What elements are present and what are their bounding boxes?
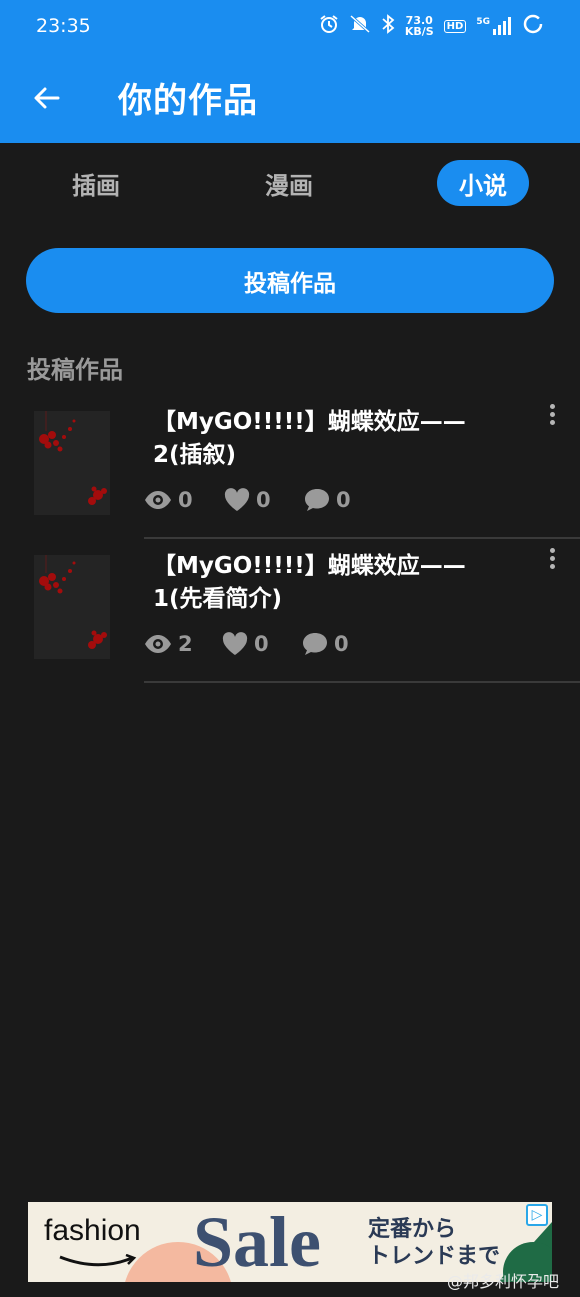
work-stats: 2 0 0 [144,632,544,664]
work-title[interactable]: 【MyGO!!!!!】蝴蝶效应——1(先看简介) [153,550,513,616]
views-stat: 2 [144,632,193,656]
bluetooth-icon [381,14,395,38]
work-cover-image [34,411,110,515]
work-cover-image [34,555,110,659]
mute-icon [349,14,371,38]
work-item[interactable]: 【MyGO!!!!!】蝴蝶效应——2(插叙) 0 0 0 [0,396,580,539]
hd-badge: HD [443,19,467,33]
comments-stat: 0 [302,632,349,656]
heart-icon [224,488,250,511]
views-count: 2 [178,632,193,656]
net-speed: 73.0 KB/S [404,14,434,38]
likes-count: 0 [256,488,271,512]
likes-stat: 0 [224,488,271,512]
likes-count: 0 [254,632,269,656]
more-options-button[interactable] [540,404,564,432]
comment-icon [303,633,327,655]
tab-novel[interactable]: 小说 [437,160,529,206]
status-time: 23:35 [36,15,91,37]
divider [144,681,580,683]
status-icons: 73.0 KB/S HD 5G [319,13,544,39]
more-options-button[interactable] [540,548,564,576]
views-stat: 0 [144,488,193,512]
comments-stat: 0 [304,488,351,512]
views-count: 0 [178,488,193,512]
divider [144,537,580,539]
alarm-icon [319,14,339,38]
ad-headline: Sale [193,1202,322,1282]
work-stats: 0 0 0 [144,488,544,520]
likes-stat: 0 [222,632,269,656]
ad-brand: fashion [44,1214,141,1247]
heart-icon [222,632,248,655]
tab-manga[interactable]: 漫画 [243,160,335,206]
ad-info-icon[interactable]: ▷ [526,1204,548,1226]
back-button[interactable] [0,52,92,143]
watermark: @邦多利怀孕吧 [447,1272,560,1291]
comments-count: 0 [334,632,349,656]
comment-icon [305,489,329,511]
work-item[interactable]: 【MyGO!!!!!】蝴蝶效应——1(先看简介) 2 0 0 [0,540,580,683]
ad-tagline: 定番から トレンドまで [368,1217,501,1269]
status-bar: 23:35 73.0 KB/S HD 5G [0,0,580,52]
eye-icon [145,635,171,653]
comments-count: 0 [336,488,351,512]
app-bar: 你的作品 [0,52,580,143]
submit-work-button[interactable]: 投稿作品 [26,248,554,313]
page-title: 你的作品 [118,81,258,121]
battery-icon [522,13,544,39]
eye-icon [145,491,171,509]
work-title[interactable]: 【MyGO!!!!!】蝴蝶效应——2(插叙) [153,406,513,472]
arrow-left-icon [34,87,60,108]
signal-icon: 5G [476,17,512,35]
amazon-smile-icon [59,1254,137,1267]
tab-bar: 插画 漫画 小说 [0,155,580,213]
section-label: 投稿作品 [27,356,123,384]
tab-illustration[interactable]: 插画 [50,160,142,206]
